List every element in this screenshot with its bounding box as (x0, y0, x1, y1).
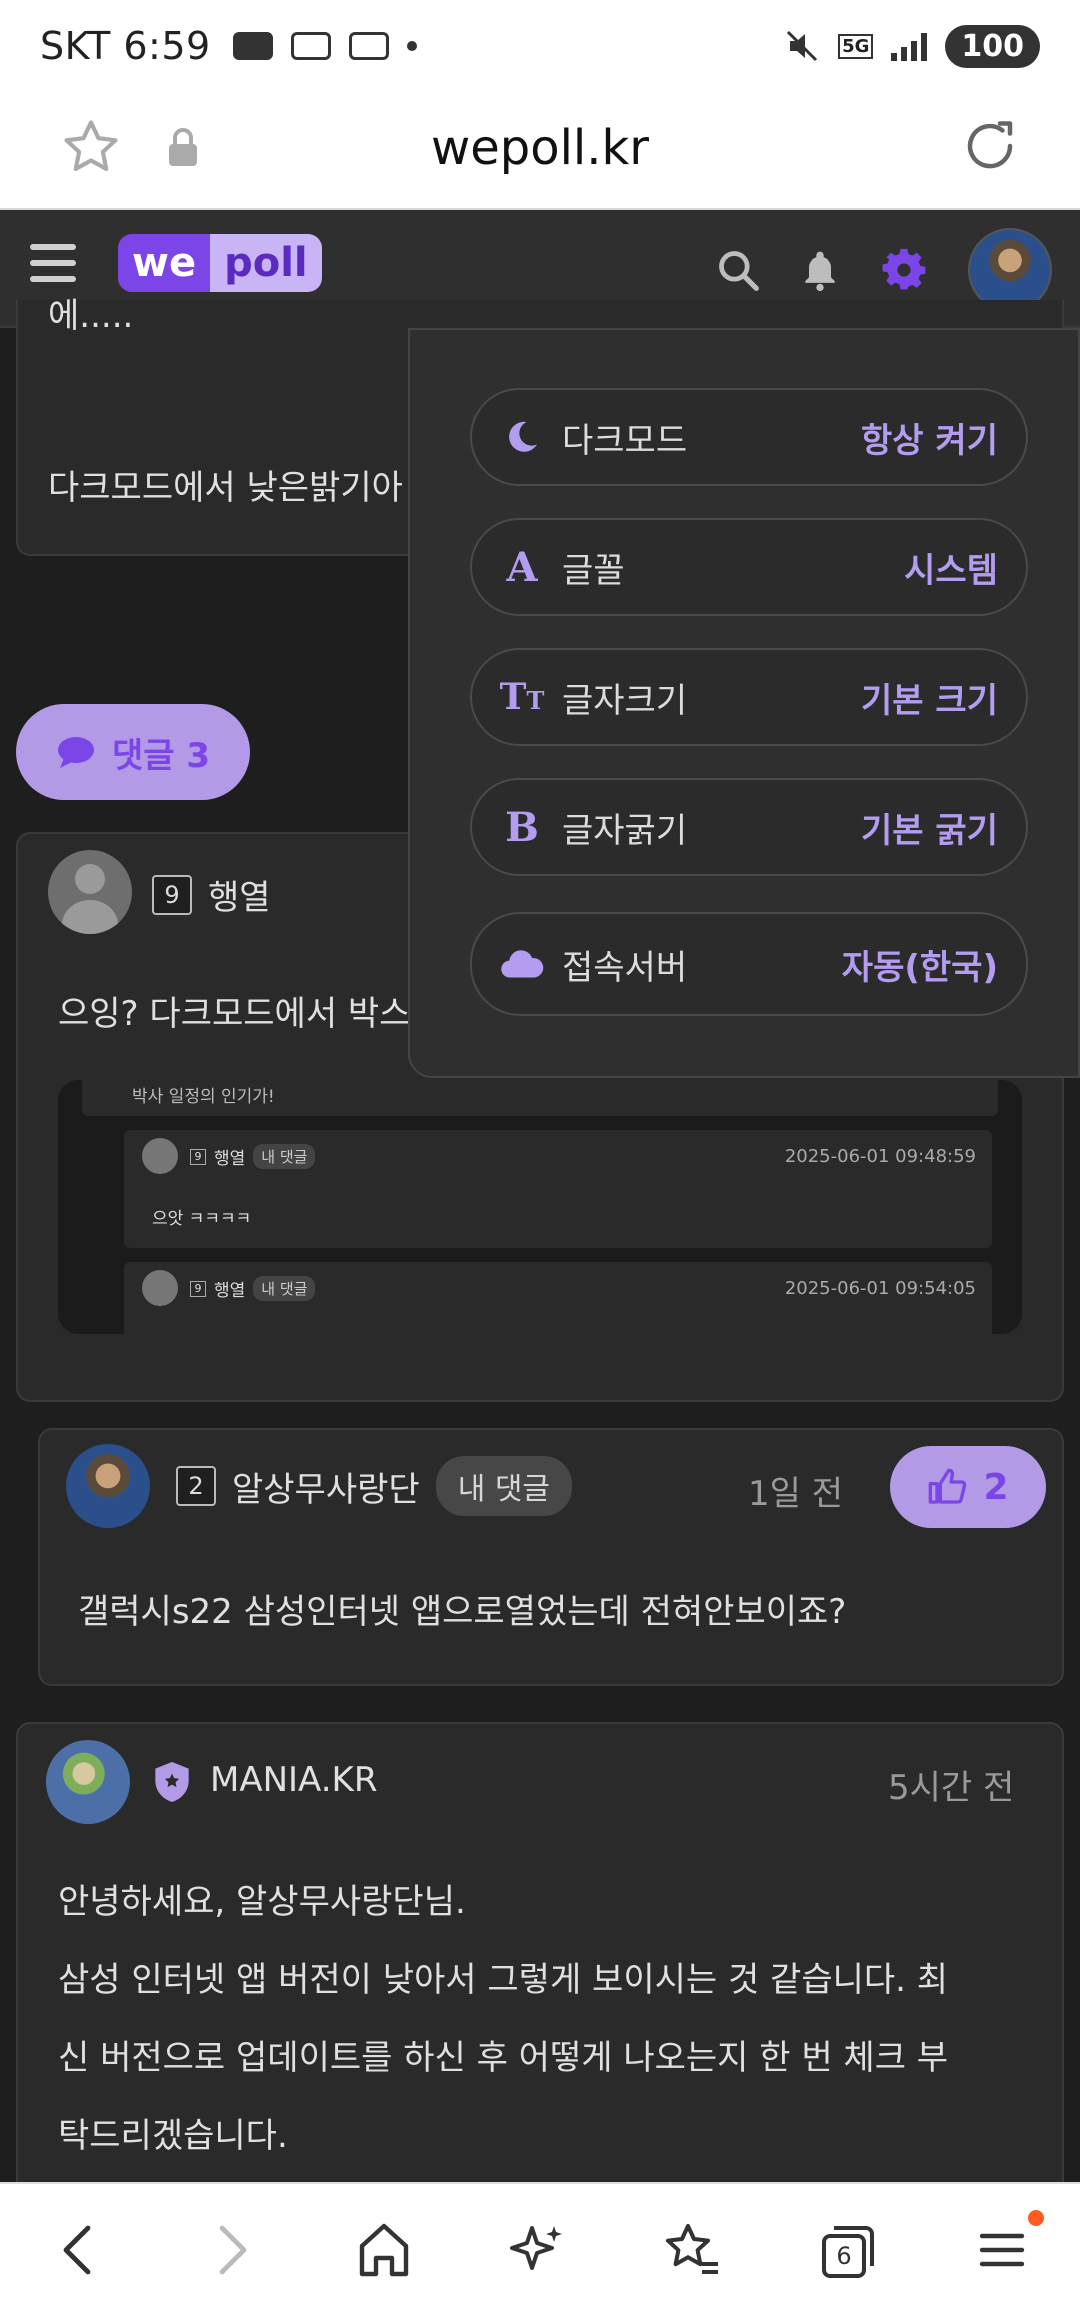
logo-poll-text: poll (210, 234, 322, 292)
like-count: 2 (983, 1466, 1009, 1508)
hamburger-menu-icon (979, 2233, 1025, 2267)
screenshot-reply-row: 9 행열 내 댓글 2025-06-01 09:54:05 (124, 1262, 992, 1334)
option-value: 기본 굵기 (861, 810, 998, 851)
tabs-button[interactable]: 6 (818, 2220, 878, 2280)
logo-we-text: we (118, 234, 211, 292)
ai-sparkle-icon[interactable] (510, 2220, 566, 2280)
screenshot-top-text: 박사 일정의 인기가! (132, 1087, 275, 1107)
reply-author-row: 2 알상무사랑단 내 댓글 (176, 1456, 573, 1516)
reply-text: 으앗 ㅋㅋㅋㅋ (152, 1209, 252, 1229)
timestamp: 2025-06-01 09:48:59 (784, 1146, 976, 1167)
network-type-badge: 5G (838, 33, 874, 59)
option-label: 글자크기 (562, 680, 688, 721)
bookmarks-icon[interactable] (662, 2220, 722, 2280)
font-a-icon: A (506, 543, 538, 591)
like-button[interactable]: 2 (890, 1446, 1046, 1528)
avatar[interactable] (46, 1740, 130, 1824)
text-size-option[interactable]: TT 글자크기 기본 크기 (470, 648, 1028, 746)
screenshot-icon (348, 32, 389, 60)
comments-count-label: 댓글 3 (111, 735, 211, 776)
answer-time: 5시간 전 (888, 1768, 1015, 1808)
server-option[interactable]: 접속서버 자동(한국) (470, 912, 1028, 1016)
post-text: 다크모드에서 낮은밝기아 (48, 468, 403, 508)
wepoll-logo[interactable]: we poll (118, 234, 322, 292)
avatar[interactable] (48, 850, 132, 934)
shield-icon (155, 1762, 189, 1802)
option-value: 자동(한국) (841, 947, 998, 988)
more-notifications-dot-icon (406, 41, 417, 51)
attached-screenshot-image[interactable]: 박사 일정의 인기가! 9 행열 내 댓글 2025-06-01 09:48:5… (58, 1080, 1022, 1334)
carrier-time: SKT 6:59 (40, 24, 211, 68)
option-label: 글꼴 (562, 550, 625, 591)
author-name[interactable]: MANIA.KR (210, 1760, 377, 1800)
font-option[interactable]: A 글꼴 시스템 (470, 518, 1028, 616)
reply-text: 갤럭시s22 삼성인터넷 앱으로열었는데 전혀안보이죠? (78, 1592, 847, 1632)
timestamp: 2025-06-01 09:54:05 (784, 1278, 976, 1299)
author-name[interactable]: 행열 (208, 870, 271, 919)
battery-indicator: 100 (945, 24, 1040, 68)
level-badge: 9 (190, 1148, 206, 1165)
option-label: 글자굵기 (562, 810, 688, 851)
menu-button[interactable] (978, 2210, 1044, 2280)
answer-line: 삼성 인터넷 앱 버전이 낮아서 그렇게 보이시는 것 같습니다. 최 (58, 1960, 949, 2000)
level-badge: 2 (176, 1466, 216, 1506)
back-icon[interactable] (54, 2220, 102, 2280)
home-icon[interactable] (356, 2220, 412, 2280)
text-size-icon: TT (499, 676, 545, 718)
option-value: 항상 켜기 (861, 420, 998, 461)
gear-icon[interactable] (882, 248, 926, 292)
my-comment-tag: 내 댓글 (435, 1456, 573, 1516)
forward-icon[interactable] (208, 2220, 256, 2280)
url-text[interactable]: wepoll.kr (0, 120, 1080, 176)
moon-icon (509, 421, 537, 452)
bold-b-icon: B (505, 803, 539, 851)
tabs-count: 6 (836, 2242, 852, 2270)
option-label: 다크모드 (562, 420, 688, 461)
avatar (142, 1138, 178, 1174)
app-notification-icon (290, 32, 331, 60)
my-comment-tag: 내 댓글 (253, 1276, 316, 1301)
post-text-cut-line: 에..... (48, 296, 134, 336)
menu-icon[interactable] (30, 244, 76, 292)
status-notification-icons (232, 32, 417, 60)
bell-icon[interactable] (798, 248, 842, 292)
reply-time: 1일 전 (748, 1474, 843, 1514)
author-name: 행열 (214, 1281, 246, 1301)
mute-icon (787, 30, 818, 62)
browser-bottom-nav: 6 (0, 2182, 1080, 2316)
search-icon[interactable] (716, 248, 760, 292)
status-bar: SKT 6:59 5G 100 (0, 0, 1080, 92)
reply-card: 2 알상무사랑단 내 댓글 1일 전 2 갤럭시s22 삼성인터넷 앱으로열었는… (38, 1428, 1064, 1686)
admin-answer-card: MANIA.KR 5시간 전 안녕하세요, 알상무사랑단님. 삼성 인터넷 앱 … (16, 1722, 1064, 2222)
comment-text: 으잉? 다크모드에서 박스 (58, 994, 411, 1034)
comment-author-row: 9 행열 (152, 870, 271, 919)
screenshot-top-row: 박사 일정의 인기가! (82, 1080, 998, 1116)
signal-icon (891, 31, 928, 61)
notification-dot (1028, 2210, 1044, 2226)
youtube-icon (232, 32, 273, 60)
option-value: 기본 크기 (861, 680, 998, 721)
author-name: 행열 (214, 1149, 246, 1169)
screenshot-reply-row: 9 행열 내 댓글 2025-06-01 09:48:59 으앗 ㅋㅋㅋㅋ (124, 1130, 992, 1248)
author-name[interactable]: 알상무사랑단 (232, 1462, 420, 1511)
thumbs-up-icon (929, 1468, 967, 1504)
level-badge: 9 (152, 874, 192, 915)
reload-icon[interactable] (960, 116, 1020, 176)
comments-count-button[interactable]: 댓글 3 (16, 704, 250, 800)
cloud-icon (501, 950, 544, 978)
browser-url-bar: wepoll.kr (0, 92, 1080, 210)
avatar (142, 1270, 178, 1306)
speech-bubble-icon (57, 737, 94, 768)
option-value: 시스템 (904, 550, 998, 591)
answer-line: 안녕하세요, 알상무사랑단님. (58, 1882, 466, 1922)
avatar[interactable] (66, 1444, 150, 1528)
answer-line: 신 버전으로 업데이트를 하신 후 어떻게 나오는지 한 번 체크 부 (58, 2038, 949, 2078)
dark-mode-option[interactable]: 다크모드 항상 켜기 (470, 388, 1028, 486)
level-badge: 9 (190, 1280, 206, 1297)
font-weight-option[interactable]: B 글자굵기 기본 굵기 (470, 778, 1028, 876)
my-comment-tag: 내 댓글 (253, 1144, 316, 1169)
settings-dropdown: 다크모드 항상 켜기 A 글꼴 시스템 TT 글자크기 기본 크기 B 글자굵기… (408, 328, 1080, 1078)
answer-line: 탁드리겠습니다. (58, 2116, 288, 2156)
option-label: 접속서버 (562, 947, 688, 988)
